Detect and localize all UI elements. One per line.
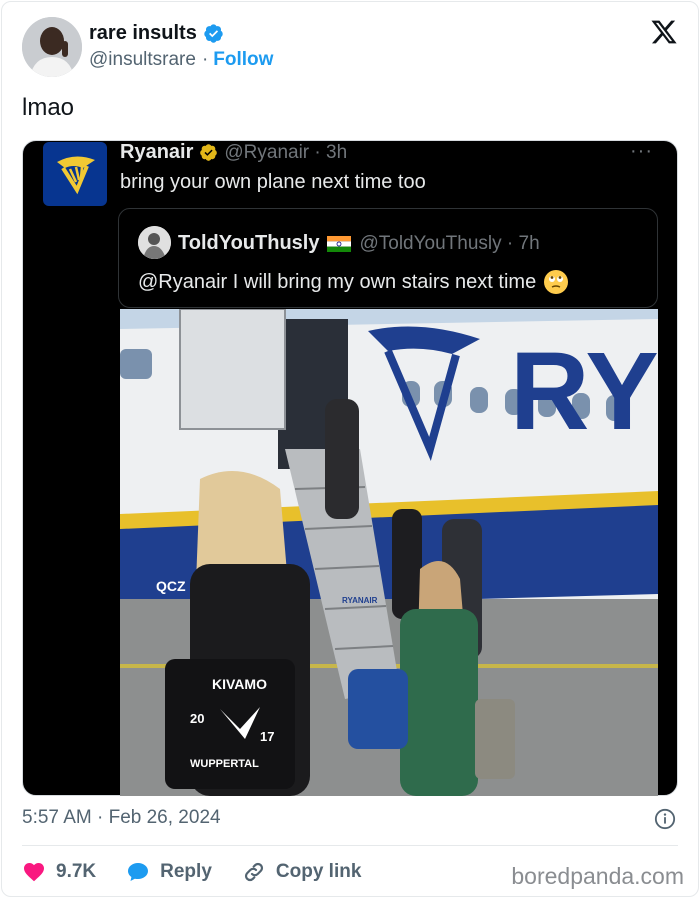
watermark: boredpanda.com	[511, 863, 684, 889]
eye-roll-emoji-icon	[544, 270, 569, 294]
author-name-row[interactable]: rare insults	[89, 22, 224, 45]
ryanair-reply-text: bring your own plane next time too	[120, 171, 426, 193]
info-icon[interactable]	[654, 808, 676, 830]
author-avatar[interactable]	[22, 17, 82, 77]
verified-badge-icon	[204, 24, 223, 43]
gold-badge-icon	[200, 144, 218, 161]
ryanair-meta: @Ryanair · 3h	[224, 141, 348, 163]
quoted-meta: @ToldYouThusly · 7h	[359, 232, 540, 254]
author-handle-row: @insultsrare · Follow	[89, 49, 273, 71]
copy-link-label: Copy link	[275, 861, 362, 882]
quoted-name-row: ToldYouThusly @ToldYouThusly · 7h	[178, 232, 540, 255]
follow-button[interactable]: Follow	[213, 49, 273, 71]
india-flag-icon	[327, 235, 352, 252]
plane-registration: QCZ	[156, 578, 186, 594]
ryanair-name-row: Ryanair @Ryanair · 3h	[120, 141, 347, 164]
ryanair-name: Ryanair	[120, 141, 194, 163]
tweet-timestamp[interactable]: 5:57 AM · Feb 26, 2024	[22, 807, 221, 829]
bag-text-left: 20	[190, 711, 204, 726]
like-count: 9.7K	[56, 861, 97, 882]
author-name[interactable]: rare insults	[89, 22, 197, 45]
reply-label: Reply	[160, 861, 212, 882]
heart-icon	[24, 863, 44, 882]
reply-bubble-icon	[128, 863, 149, 881]
footer-divider	[22, 845, 678, 846]
bag-text-bottom: WUPPERTAL	[190, 758, 259, 770]
ryanair-avatar	[43, 142, 107, 206]
quoted-avatar	[138, 226, 171, 259]
action-bar: 9.7K Reply Copy link	[22, 858, 391, 886]
more-options-icon: ···	[630, 140, 653, 162]
link-icon	[244, 862, 263, 882]
x-logo-icon[interactable]	[650, 18, 678, 46]
bag-text-right: 17	[260, 729, 274, 744]
like-button[interactable]: 9.7K	[22, 860, 96, 884]
reply-button[interactable]: Reply	[126, 860, 212, 884]
quoted-text-row: @Ryanair I will bring my own stairs next…	[138, 270, 569, 294]
airplane-boarding-photo: RY QCZ RYANAIR KIVAMO 20 17 WUPPERTAL	[120, 309, 658, 796]
bag-text-top: KIVAMO	[212, 676, 267, 692]
quoted-name: ToldYouThusly	[178, 232, 320, 254]
handle-separator: ·	[201, 49, 209, 70]
plane-livery-text: RY	[510, 330, 658, 453]
copy-link-button[interactable]: Copy link	[242, 860, 362, 884]
tweet-text: lmao	[22, 94, 75, 121]
author-handle[interactable]: @insultsrare	[89, 49, 196, 71]
quoted-text: @Ryanair I will bring my own stairs next…	[138, 270, 537, 293]
stair-brand-text: RYANAIR	[342, 596, 378, 605]
